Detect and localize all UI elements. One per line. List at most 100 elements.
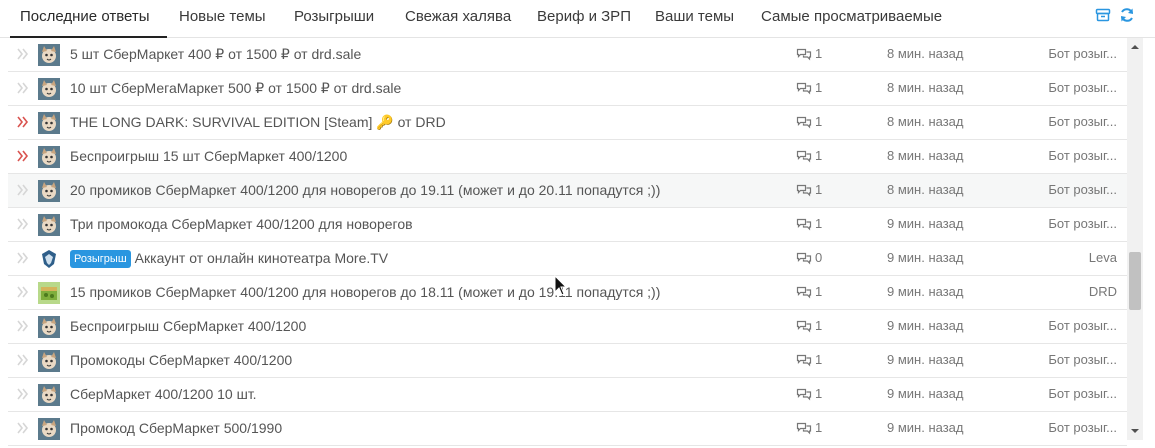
last-reply-author[interactable]: Бот розыг... [1048,174,1117,206]
thread-row[interactable]: THE LONG DARK: SURVIVAL EDITION [Steam] … [8,106,1127,140]
scrollbar[interactable] [1127,38,1143,440]
thread-title[interactable]: 5 шт СберМаркет 400 ₽ от 1500 ₽ от drd.s… [70,38,361,70]
comments-icon [796,354,812,367]
double-chevron-icon [16,387,30,401]
thread-title-text[interactable]: 5 шт СберМаркет 400 ₽ от 1500 ₽ от drd.s… [70,46,361,62]
thread-title[interactable]: THE LONG DARK: SURVIVAL EDITION [Steam] … [70,106,446,138]
thread-title-text[interactable]: 10 шт СберМегаМаркет 500 ₽ от 1500 ₽ от … [70,80,401,96]
thread-title-text[interactable]: Промокод СберМаркет 500/1990 [70,420,282,436]
last-reply-time[interactable]: 9 мин. назад [887,378,963,410]
thread-title[interactable]: 10 шт СберМегаМаркет 500 ₽ от 1500 ₽ от … [70,72,401,104]
tab-latest-replies[interactable]: Последние ответы [10,0,167,38]
thread-row[interactable]: СберМаркет 400/1200 10 шт. 1 9 мин. назад Б… [8,378,1127,412]
last-reply-time[interactable]: 9 мин. назад [887,208,963,240]
cat-avatar[interactable] [38,44,60,66]
thread-title[interactable]: 15 промиков СберМаркет 400/1200 для ново… [70,276,660,308]
scroll-thumb[interactable] [1129,252,1141,310]
thread-title-text[interactable]: Беспроигрыш 15 шт СберМаркет 400/1200 [70,148,347,164]
hot-double-chevron-icon [16,115,30,129]
thread-title-text[interactable]: Промокоды СберМаркет 400/1200 [70,352,292,368]
reply-count: 0 [796,242,822,274]
wolf-avatar[interactable] [38,248,60,270]
last-reply-time[interactable]: 9 мин. назад [887,242,963,274]
last-reply-time[interactable]: 9 мин. назад [887,276,963,308]
cat-avatar[interactable] [38,384,60,406]
thread-row[interactable]: 20 промиков СберМаркет 400/1200 для ново… [8,174,1127,208]
last-reply-time[interactable]: 9 мин. назад [887,412,963,444]
reply-count: 1 [796,412,822,444]
last-reply-author[interactable]: Бот розыг... [1048,140,1117,172]
thread-title[interactable]: Беспроигрыш СберМаркет 400/1200 [70,310,306,342]
thread-title[interactable]: СберМаркет 400/1200 10 шт. [70,378,257,410]
last-reply-time[interactable]: 9 мин. назад [887,310,963,342]
comments-icon [796,286,812,299]
double-chevron-icon [16,285,30,299]
last-reply-time[interactable]: 8 мин. назад [887,106,963,138]
thread-title-text[interactable]: Аккаунт от онлайн кинотеатра More.TV [135,250,388,266]
cat-avatar[interactable] [38,214,60,236]
thread-row[interactable]: 10 шт СберМегаМаркет 500 ₽ от 1500 ₽ от … [8,72,1127,106]
thread-row[interactable]: Беспроигрыш СберМаркет 400/1200 1 9 мин. н… [8,310,1127,344]
thread-row[interactable]: Три промокода СберМаркет 400/1200 для но… [8,208,1127,242]
last-reply-author[interactable]: Бот розыг... [1048,378,1117,410]
last-reply-time[interactable]: 8 мин. назад [887,72,963,104]
cat-avatar[interactable] [38,418,60,440]
double-chevron-icon [16,47,30,61]
thread-title[interactable]: Три промокода СберМаркет 400/1200 для но… [70,208,413,240]
thread-title[interactable]: Промокоды СберМаркет 400/1200 [70,344,292,376]
last-reply-author[interactable]: Leva [1089,242,1117,274]
cat-avatar[interactable] [38,350,60,372]
tab-new-topics[interactable]: Новые темы [179,0,266,38]
thread-title-text[interactable]: Беспроигрыш СберМаркет 400/1200 [70,318,306,334]
refresh-icon[interactable] [1119,7,1135,23]
double-chevron-icon [16,421,30,435]
thread-row[interactable]: Беспроигрыш 15 шт СберМаркет 400/1200 1 8 … [8,140,1127,174]
cat-avatar[interactable] [38,180,60,202]
mouse-cursor-icon [554,274,568,297]
cat-avatar[interactable] [38,146,60,168]
thread-row[interactable]: Промокоды СберМаркет 400/1200 1 9 мин. наз… [8,344,1127,378]
scroll-up-arrow-icon[interactable] [1127,40,1143,54]
last-reply-author[interactable]: Бот розыг... [1048,344,1117,376]
cat-avatar[interactable] [38,78,60,100]
last-reply-time[interactable]: 9 мин. назад [887,344,963,376]
tab-your-topics[interactable]: Ваши темы [655,0,734,38]
scroll-down-arrow-icon[interactable] [1127,424,1143,438]
comments-icon [796,252,812,265]
archive-icon[interactable] [1095,7,1111,23]
last-reply-time[interactable]: 8 мин. назад [887,140,963,172]
last-reply-time[interactable]: 8 мин. назад [887,38,963,70]
last-reply-author[interactable]: Бот розыг... [1048,310,1117,342]
tab-most-viewed[interactable]: Самые просматриваемые [761,0,942,38]
cat-avatar[interactable] [38,112,60,134]
tab-fresh-freebies[interactable]: Свежая халява [405,0,511,38]
last-reply-time[interactable]: 8 мин. назад [887,174,963,206]
cat-avatar[interactable] [38,316,60,338]
thread-title-text[interactable]: THE LONG DARK: SURVIVAL EDITION [Steam] … [70,114,446,130]
double-chevron-icon [16,353,30,367]
last-reply-author[interactable]: Бот розыг... [1048,38,1117,70]
comments-icon [796,184,812,197]
thread-title[interactable]: Розыгрыш Аккаунт от онлайн кинотеатра Mor… [70,242,388,274]
last-reply-author[interactable]: Бот розыг... [1048,106,1117,138]
thread-title-text[interactable]: СберМаркет 400/1200 10 шт. [70,386,257,402]
thread-title[interactable]: Промокод СберМаркет 500/1990 [70,412,282,444]
last-reply-author[interactable]: Бот розыг... [1048,208,1117,240]
box-avatar[interactable] [38,282,60,304]
thread-title-text[interactable]: Три промокода СберМаркет 400/1200 для но… [70,216,413,232]
tab-giveaways[interactable]: Розыгрыши [294,0,374,38]
last-reply-author[interactable]: DRD [1089,276,1117,308]
last-reply-author[interactable]: Бот розыг... [1048,412,1117,444]
thread-title[interactable]: 20 промиков СберМаркет 400/1200 для ново… [70,174,660,206]
reply-count: 1 [796,106,822,138]
thread-row[interactable]: Розыгрыш Аккаунт от онлайн кинотеатра Mor… [8,242,1127,276]
hot-double-chevron-icon [16,149,30,163]
tab-verif-zrp[interactable]: Вериф и ЗРП [537,0,631,38]
last-reply-author[interactable]: Бот розыг... [1048,72,1117,104]
thread-title-text[interactable]: 20 промиков СберМаркет 400/1200 для ново… [70,182,660,198]
double-chevron-icon [16,217,30,231]
thread-title-text[interactable]: 15 промиков СберМаркет 400/1200 для ново… [70,284,660,300]
thread-row[interactable]: 5 шт СберМаркет 400 ₽ от 1500 ₽ от drd.s… [8,38,1127,72]
thread-row[interactable]: Промокод СберМаркет 500/1990 1 9 мин. наза… [8,412,1127,446]
thread-title[interactable]: Беспроигрыш 15 шт СберМаркет 400/1200 [70,140,347,172]
